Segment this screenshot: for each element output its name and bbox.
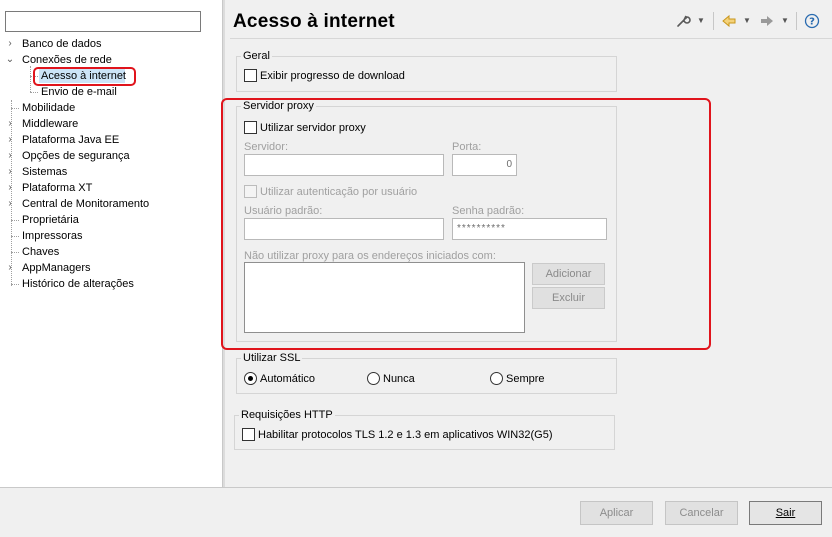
ssl-always-label: Sempre	[506, 373, 545, 385]
tree-item-envio-de-email[interactable]: Envio de e-mail	[38, 84, 138, 100]
chevron-right-icon[interactable]: ›	[5, 116, 15, 132]
ssl-group-legend: Utilizar SSL	[243, 352, 301, 364]
tree-item-historico-de-alteracoes[interactable]: Histórico de alterações	[0, 276, 222, 292]
show-download-progress-label: Exibir progresso de download	[260, 70, 405, 82]
tree-item-label: Middleware	[22, 118, 79, 130]
tls-label: Habilitar protocolos TLS 1.2 e 1.3 em ap…	[258, 429, 553, 441]
chevron-right-icon[interactable]: ›	[5, 196, 15, 212]
back-arrow-icon[interactable]	[720, 11, 738, 31]
ssl-automatic-label: Automático	[260, 373, 316, 385]
proxy-highlight-annotation	[221, 98, 711, 350]
http-group-legend: Requisições HTTP	[241, 409, 333, 421]
chevron-right-icon[interactable]: ›	[5, 132, 15, 148]
cancel-button[interactable]: Cancelar	[665, 501, 738, 525]
tree-item-label: Chaves	[22, 246, 60, 258]
general-group-legend: Geral	[243, 50, 270, 62]
tree-item-label: Mobilidade	[22, 102, 76, 114]
tree-item-mobilidade[interactable]: Mobilidade	[0, 100, 222, 116]
selection-highlight-annotation	[33, 67, 136, 86]
tree-filter-input[interactable]	[5, 11, 201, 32]
page-title: Acesso à internet	[233, 11, 395, 32]
tree-item-label: Plataforma Java EE	[22, 134, 120, 146]
tree-item-proprietaria[interactable]: Proprietária	[0, 212, 222, 228]
tree-item-label: Central de Monitoramento	[22, 198, 150, 210]
toolbar-separator	[713, 12, 714, 30]
chevron-right-icon[interactable]: ›	[5, 164, 15, 180]
tree-item-label: AppManagers	[22, 262, 91, 274]
dropdown-arrow-icon[interactable]: ▼	[780, 11, 790, 31]
tree-connector	[30, 66, 31, 92]
tree-item-plataforma-java-ee[interactable]: › Plataforma Java EE	[0, 132, 222, 148]
toolbar-separator	[796, 12, 797, 30]
ssl-automatic-radio[interactable]	[244, 372, 257, 385]
tree-item-label: Opções de segurança	[22, 150, 130, 162]
dropdown-arrow-icon[interactable]: ▼	[742, 11, 752, 31]
tree-item-opcoes-de-seguranca[interactable]: › Opções de segurança	[0, 148, 222, 164]
tree-item-plataforma-xt[interactable]: › Plataforma XT	[0, 180, 222, 196]
forward-arrow-icon[interactable]	[758, 11, 776, 31]
tree-item-label: Histórico de alterações	[22, 278, 134, 290]
chevron-right-icon[interactable]: ›	[5, 180, 15, 196]
help-icon[interactable]: ?	[803, 11, 821, 31]
tree-item-label: Plataforma XT	[22, 182, 93, 194]
chevron-right-icon[interactable]: ›	[5, 36, 15, 52]
dropdown-arrow-icon[interactable]: ▼	[696, 11, 706, 31]
exit-button-label: Sair	[775, 507, 796, 519]
tree-item-label: Conexões de rede	[22, 54, 112, 66]
tree-item-central-de-monitoramento[interactable]: › Central de Monitoramento	[0, 196, 222, 212]
chevron-down-icon[interactable]: ⌄	[5, 52, 15, 68]
radio-selected-dot	[248, 376, 253, 381]
tree-item-label: Sistemas	[22, 166, 68, 178]
title-separator	[230, 38, 832, 39]
tree-item-label: Impressoras	[22, 230, 83, 242]
tree-item-label: Proprietária	[22, 214, 79, 226]
show-download-progress-checkbox[interactable]	[244, 69, 257, 82]
tree-item-sistemas[interactable]: › Sistemas	[0, 164, 222, 180]
chevron-right-icon[interactable]: ›	[5, 148, 15, 164]
tree-item-banco-de-dados[interactable]: › Banco de dados	[0, 36, 222, 52]
navigation-tree-panel: › Banco de dados ⌄ Conexões de rede Aces…	[0, 0, 222, 487]
tree-item-appmanagers[interactable]: › AppManagers	[0, 260, 222, 276]
wrench-icon[interactable]	[674, 11, 692, 31]
tree-connector	[30, 92, 38, 93]
tree-item-middleware[interactable]: › Middleware	[0, 116, 222, 132]
tree-item-impressoras[interactable]: Impressoras	[0, 228, 222, 244]
tree-item-conexoes-de-rede[interactable]: ⌄ Conexões de rede	[0, 52, 222, 68]
ssl-never-radio[interactable]	[367, 372, 380, 385]
svg-text:?: ?	[809, 17, 815, 28]
tree-item-label: Banco de dados	[22, 38, 102, 50]
tree-item-chaves[interactable]: Chaves	[0, 244, 222, 260]
chevron-right-icon[interactable]: ›	[5, 260, 15, 276]
ssl-never-label: Nunca	[383, 373, 415, 385]
apply-button[interactable]: Aplicar	[580, 501, 653, 525]
tree-item-label: Envio de e-mail	[41, 86, 117, 98]
tls-checkbox[interactable]	[242, 428, 255, 441]
ssl-always-radio[interactable]	[490, 372, 503, 385]
exit-button[interactable]: Sair	[749, 501, 822, 525]
